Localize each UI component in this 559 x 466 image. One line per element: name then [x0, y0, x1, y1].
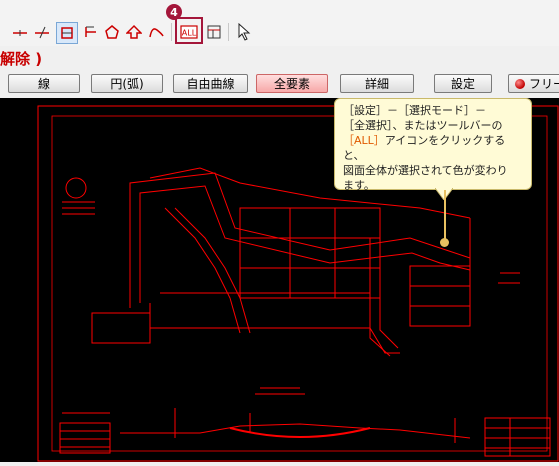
- separator: [228, 23, 229, 41]
- mode-button-all-elements[interactable]: 全要素: [256, 74, 328, 93]
- curve-icon[interactable]: [146, 22, 166, 42]
- highlight-box: [175, 17, 203, 44]
- mode-button-freecurve[interactable]: 自由曲線: [173, 74, 248, 93]
- line-tick-icon[interactable]: [10, 22, 30, 42]
- mode-title: 解除 ): [0, 50, 43, 68]
- toolbar: ALL: [0, 0, 559, 46]
- callout-all-highlight: ［ALL］: [343, 134, 385, 147]
- diagonal-tick-icon[interactable]: [32, 22, 52, 42]
- callout-line-1: ［設定］－［選択モード］－: [343, 104, 486, 117]
- separator: [171, 23, 172, 41]
- callout-pointer: [444, 190, 446, 240]
- point-line-icon[interactable]: [80, 22, 100, 42]
- arrow-shape-icon[interactable]: [124, 22, 144, 42]
- mode-button-line[interactable]: 線: [8, 74, 80, 93]
- pointer-icon[interactable]: [234, 22, 254, 42]
- callout-pointer-dot: [440, 238, 449, 247]
- free-button[interactable]: フリー: [508, 74, 559, 93]
- callout-line-3: ［ALL］アイコンをクリックすると、: [343, 133, 523, 163]
- callout-line-2: ［全選択］、またはツールバーの: [343, 119, 503, 132]
- pentagon-icon[interactable]: [102, 22, 122, 42]
- select-rect-icon[interactable]: [56, 22, 78, 44]
- free-button-label: フリー: [529, 77, 559, 91]
- table-icon[interactable]: [204, 22, 224, 42]
- record-dot-icon: [515, 78, 525, 89]
- mode-button-detail[interactable]: 詳細: [340, 74, 414, 93]
- callout-line-4: 図面全体が選択されて色が変わり: [343, 164, 508, 177]
- instruction-callout: ［設定］－［選択モード］－ ［全選択］、またはツールバーの ［ALL］アイコンを…: [334, 98, 532, 192]
- settings-button[interactable]: 設定: [434, 74, 492, 93]
- mode-button-circle[interactable]: 円(弧): [91, 74, 163, 93]
- callout-line-5: ます。: [343, 179, 375, 192]
